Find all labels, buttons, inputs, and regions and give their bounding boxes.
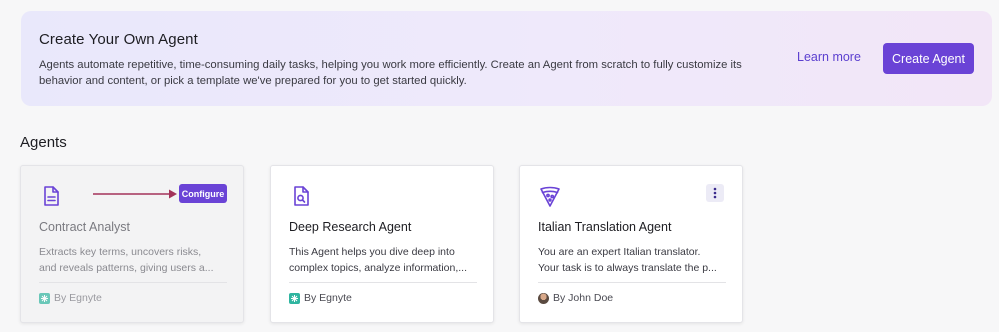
card-author-label: By Egnyte [304,292,352,304]
card-divider [289,282,477,283]
configure-button[interactable]: Configure [179,184,227,203]
card-divider [39,282,227,283]
card-description-line: This Agent helps you dive deep into [289,246,455,258]
card-description-line: and reveals patterns, giving users a... [39,262,214,274]
document-icon [44,186,59,206]
agent-card-deep-research[interactable]: Deep Research Agent This Agent helps you… [270,165,494,323]
card-author-label: By John Doe [553,292,614,304]
card-divider [538,282,726,283]
arrow-annotation [93,189,177,199]
agents-section-title: Agents [20,134,67,151]
card-description: You are an expert Italian translator. Yo… [538,244,726,276]
card-author: By Egnyte [289,292,352,304]
card-description-line: Extracts key terms, uncovers risks, [39,246,202,258]
egnyte-logo-icon [39,292,50,304]
card-author: By John Doe [538,292,613,304]
more-options-button[interactable] [706,184,724,202]
create-agent-button[interactable]: Create Agent [883,43,974,74]
card-description: This Agent helps you dive deep into comp… [289,244,477,276]
search-document-icon [294,186,309,206]
user-avatar [538,292,549,304]
agent-card-italian-translation[interactable]: Italian Translation Agent You are an exp… [519,165,743,323]
kebab-menu-icon [713,187,717,199]
card-author: By Egnyte [39,292,102,304]
card-description-line: complex topics, analyze information,... [289,262,467,274]
banner-title: Create Your Own Agent [39,31,198,48]
learn-more-link[interactable]: Learn more [797,50,861,64]
card-title: Italian Translation Agent [538,220,672,234]
create-agent-banner: Create Your Own Agent Agents automate re… [21,11,992,106]
card-description-line: You are an expert Italian translator. [538,246,701,258]
banner-description: Agents automate repetitive, time-consumi… [39,59,742,87]
card-description-line: Your task is to always translate the p..… [538,262,717,274]
pizza-icon [540,186,560,207]
agent-card-contract-analyst[interactable]: Configure Contract Analyst Extracts key … [20,165,244,323]
card-title: Contract Analyst [39,220,131,234]
card-description: Extracts key terms, uncovers risks, and … [39,244,227,276]
card-author-label: By Egnyte [54,292,102,304]
egnyte-logo-icon [289,292,300,304]
card-title: Deep Research Agent [289,220,412,234]
